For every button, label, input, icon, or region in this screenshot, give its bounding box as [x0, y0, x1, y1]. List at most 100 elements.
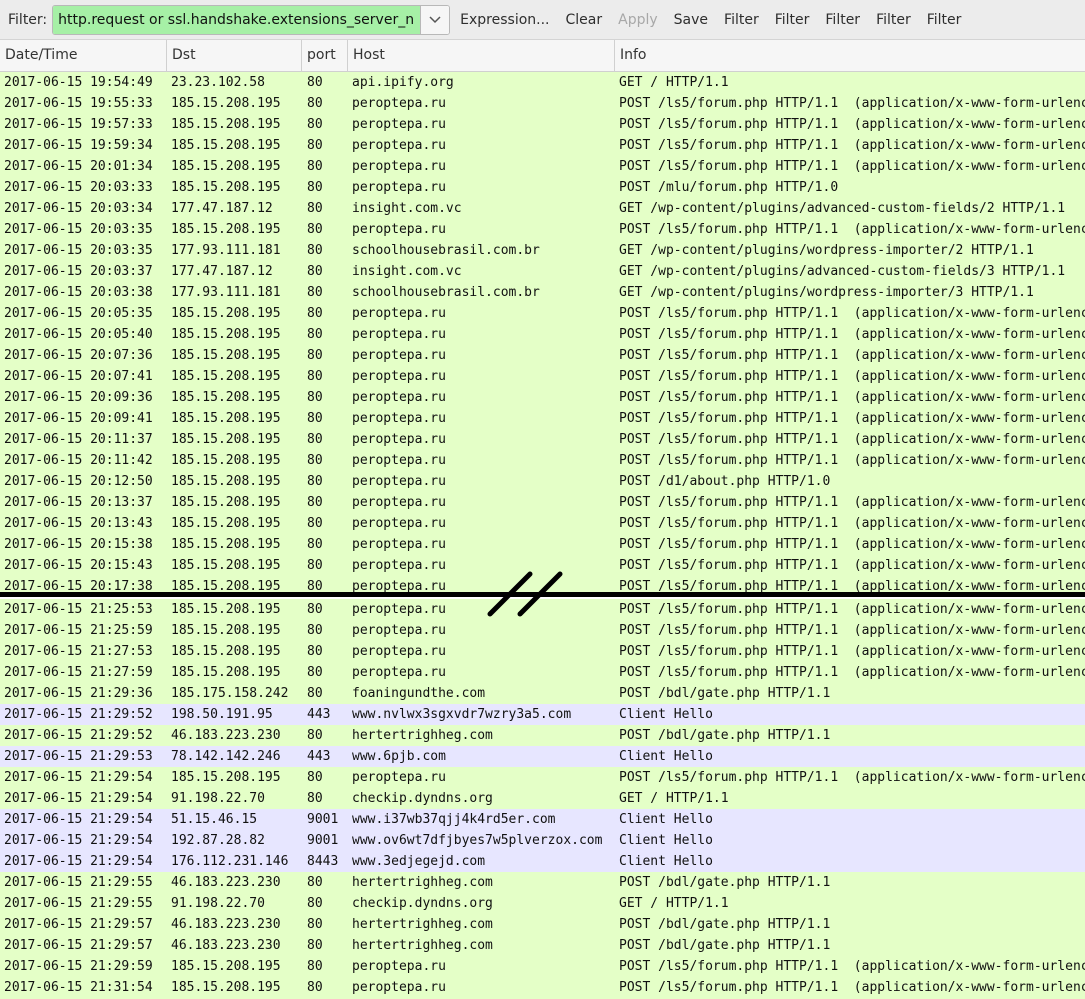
cell-host: peroptepa.ru	[352, 665, 446, 680]
table-row[interactable]: 2017-06-15 19:59:34 185.15.208.195 80 perop…	[0, 135, 1085, 156]
table-row[interactable]: 2017-06-15 21:31:54 185.15.208.195 80 perop…	[0, 977, 1085, 998]
filter-combobox[interactable]	[52, 4, 451, 35]
table-row[interactable]: 2017-06-15 20:12:50 185.15.208.195 80 perop…	[0, 471, 1085, 492]
column-header-host[interactable]: Host	[348, 40, 615, 71]
cell-host: peroptepa.ru	[352, 980, 446, 995]
table-row[interactable]: 2017-06-15 20:13:43 185.15.208.195 80 perop…	[0, 513, 1085, 534]
cell-dst: 177.47.187.12	[171, 201, 273, 216]
cell-datetime: 2017-06-15 21:25:53	[4, 602, 153, 617]
cell-port: 80	[307, 243, 323, 258]
filter-button-4[interactable]: Filter	[868, 12, 919, 28]
cell-dst: 185.15.208.195	[171, 495, 281, 510]
table-row[interactable]: 2017-06-15 20:05:35 185.15.208.195 80 perop…	[0, 303, 1085, 324]
cell-datetime: 2017-06-15 21:29:55	[4, 875, 153, 890]
cell-datetime: 2017-06-15 21:25:59	[4, 623, 153, 638]
table-row[interactable]: 2017-06-15 20:03:37 177.47.187.12 80 insigh…	[0, 261, 1085, 282]
cell-dst: 23.23.102.58	[171, 75, 265, 90]
table-row[interactable]: 2017-06-15 21:29:57 46.183.223.230 80 herte…	[0, 914, 1085, 935]
cell-dst: 185.15.208.195	[171, 453, 281, 468]
column-header-dst[interactable]: Dst	[167, 40, 302, 71]
table-row[interactable]: 2017-06-15 21:29:54 51.15.46.15 9001 www.i3…	[0, 809, 1085, 830]
cell-port: 80	[307, 770, 323, 785]
cell-host: peroptepa.ru	[352, 453, 446, 468]
cell-port: 80	[307, 728, 323, 743]
cell-port: 80	[307, 558, 323, 573]
cell-info: POST /bdl/gate.php HTTP/1.1	[619, 917, 831, 932]
cell-dst: 78.142.142.246	[171, 749, 281, 764]
cell-dst: 185.15.208.195	[171, 138, 281, 153]
table-row[interactable]: 2017-06-15 20:11:42 185.15.208.195 80 perop…	[0, 450, 1085, 471]
table-row[interactable]: 2017-06-15 20:13:37 185.15.208.195 80 perop…	[0, 492, 1085, 513]
filter-dropdown-button[interactable]	[420, 5, 450, 34]
column-header-datetime[interactable]: Date/Time	[0, 40, 167, 71]
filter-button-1[interactable]: Filter	[716, 12, 767, 28]
table-row[interactable]: 2017-06-15 20:05:40 185.15.208.195 80 perop…	[0, 324, 1085, 345]
table-row[interactable]: 2017-06-15 21:29:53 78.142.142.246 443 www.…	[0, 746, 1085, 767]
cell-dst: 177.93.111.181	[171, 285, 281, 300]
table-row[interactable]: 2017-06-15 19:55:33 185.15.208.195 80 perop…	[0, 93, 1085, 114]
cell-datetime: 2017-06-15 21:27:59	[4, 665, 153, 680]
table-row[interactable]: 2017-06-15 19:54:49 23.23.102.58 80 api.ipi…	[0, 72, 1085, 93]
cell-datetime: 2017-06-15 21:29:54	[4, 854, 153, 869]
table-row[interactable]: 2017-06-15 21:29:57 46.183.223.230 80 herte…	[0, 935, 1085, 956]
table-row[interactable]: 2017-06-15 20:01:34 185.15.208.195 80 perop…	[0, 156, 1085, 177]
cell-dst: 185.15.208.195	[171, 222, 281, 237]
cell-port: 80	[307, 516, 323, 531]
table-row[interactable]: 2017-06-15 20:03:35 185.15.208.195 80 perop…	[0, 219, 1085, 240]
table-row[interactable]: 2017-06-15 19:57:33 185.15.208.195 80 perop…	[0, 114, 1085, 135]
cell-port: 80	[307, 180, 323, 195]
table-row[interactable]: 2017-06-15 20:07:41 185.15.208.195 80 perop…	[0, 366, 1085, 387]
table-row[interactable]: 2017-06-15 21:29:36 185.175.158.242 80 foan…	[0, 683, 1085, 704]
table-row[interactable]: 2017-06-15 20:03:35 177.93.111.181 80 schoo…	[0, 240, 1085, 261]
cell-port: 80	[307, 306, 323, 321]
packet-list-header: Date/Time Dst port Host Info	[0, 40, 1085, 72]
table-row[interactable]: 2017-06-15 20:11:37 185.15.208.195 80 perop…	[0, 429, 1085, 450]
cell-dst: 185.15.208.195	[171, 180, 281, 195]
apply-button[interactable]: Apply	[610, 12, 666, 28]
table-row[interactable]: 2017-06-15 20:03:38 177.93.111.181 80 schoo…	[0, 282, 1085, 303]
clear-button[interactable]: Clear	[558, 12, 611, 28]
cell-port: 8443	[307, 854, 339, 869]
cell-datetime: 2017-06-15 20:01:34	[4, 159, 153, 174]
cell-host: www.i37wb37qjj4k4rd5er.com	[352, 812, 556, 827]
save-button[interactable]: Save	[666, 12, 716, 28]
packet-list: 2017-06-15 19:54:49 23.23.102.58 80 api.ipi…	[0, 72, 1085, 999]
table-row[interactable]: 2017-06-15 21:29:54 176.112.231.146 8443 ww…	[0, 851, 1085, 872]
table-row[interactable]: 2017-06-15 21:25:59 185.15.208.195 80 perop…	[0, 620, 1085, 641]
cell-dst: 185.15.208.195	[171, 327, 281, 342]
table-row[interactable]: 2017-06-15 21:27:59 185.15.208.195 80 perop…	[0, 662, 1085, 683]
table-row[interactable]: 2017-06-15 21:29:55 91.198.22.70 80 checkip…	[0, 893, 1085, 914]
cell-dst: 185.15.208.195	[171, 411, 281, 426]
table-row[interactable]: 2017-06-15 20:07:36 185.15.208.195 80 perop…	[0, 345, 1085, 366]
table-row[interactable]: 2017-06-15 20:03:33 185.15.208.195 80 perop…	[0, 177, 1085, 198]
cell-dst: 185.15.208.195	[171, 623, 281, 638]
table-row[interactable]: 2017-06-15 20:15:38 185.15.208.195 80 perop…	[0, 534, 1085, 555]
table-row[interactable]: 2017-06-15 20:03:34 177.47.187.12 80 insigh…	[0, 198, 1085, 219]
filter-button-5[interactable]: Filter	[919, 12, 970, 28]
cell-dst: 185.15.208.195	[171, 959, 281, 974]
cell-dst: 185.15.208.195	[171, 432, 281, 447]
filter-button-3[interactable]: Filter	[817, 12, 868, 28]
table-row[interactable]: 2017-06-15 21:29:54 185.15.208.195 80 perop…	[0, 767, 1085, 788]
table-row[interactable]: 2017-06-15 21:29:54 192.87.28.82 9001 www.o…	[0, 830, 1085, 851]
table-row[interactable]: 2017-06-15 21:29:52 46.183.223.230 80 herte…	[0, 725, 1085, 746]
table-row[interactable]: 2017-06-15 20:09:36 185.15.208.195 80 perop…	[0, 387, 1085, 408]
table-row[interactable]: 2017-06-15 21:27:53 185.15.208.195 80 perop…	[0, 641, 1085, 662]
table-row[interactable]: 2017-06-15 20:09:41 185.15.208.195 80 perop…	[0, 408, 1085, 429]
filter-button-2[interactable]: Filter	[767, 12, 818, 28]
table-row[interactable]: 2017-06-15 21:29:52 198.50.191.95 443 www.n…	[0, 704, 1085, 725]
cell-port: 80	[307, 495, 323, 510]
table-row[interactable]: 2017-06-15 21:29:59 185.15.208.195 80 perop…	[0, 956, 1085, 977]
expression-button[interactable]: Expression...	[452, 12, 557, 28]
column-header-info[interactable]: Info	[615, 40, 1085, 71]
table-row[interactable]: 2017-06-15 21:29:55 46.183.223.230 80 herte…	[0, 872, 1085, 893]
table-row[interactable]: 2017-06-15 21:29:54 91.198.22.70 80 checkip…	[0, 788, 1085, 809]
cell-info: POST /bdl/gate.php HTTP/1.1	[619, 875, 831, 890]
cell-info: GET /wp-content/plugins/advanced-custom-…	[619, 201, 1066, 216]
cell-datetime: 2017-06-15 21:29:59	[4, 959, 153, 974]
cell-host: peroptepa.ru	[352, 495, 446, 510]
display-filter-input[interactable]	[53, 5, 421, 34]
column-header-port[interactable]: port	[302, 40, 348, 71]
cell-port: 80	[307, 623, 323, 638]
cell-port: 80	[307, 917, 323, 932]
